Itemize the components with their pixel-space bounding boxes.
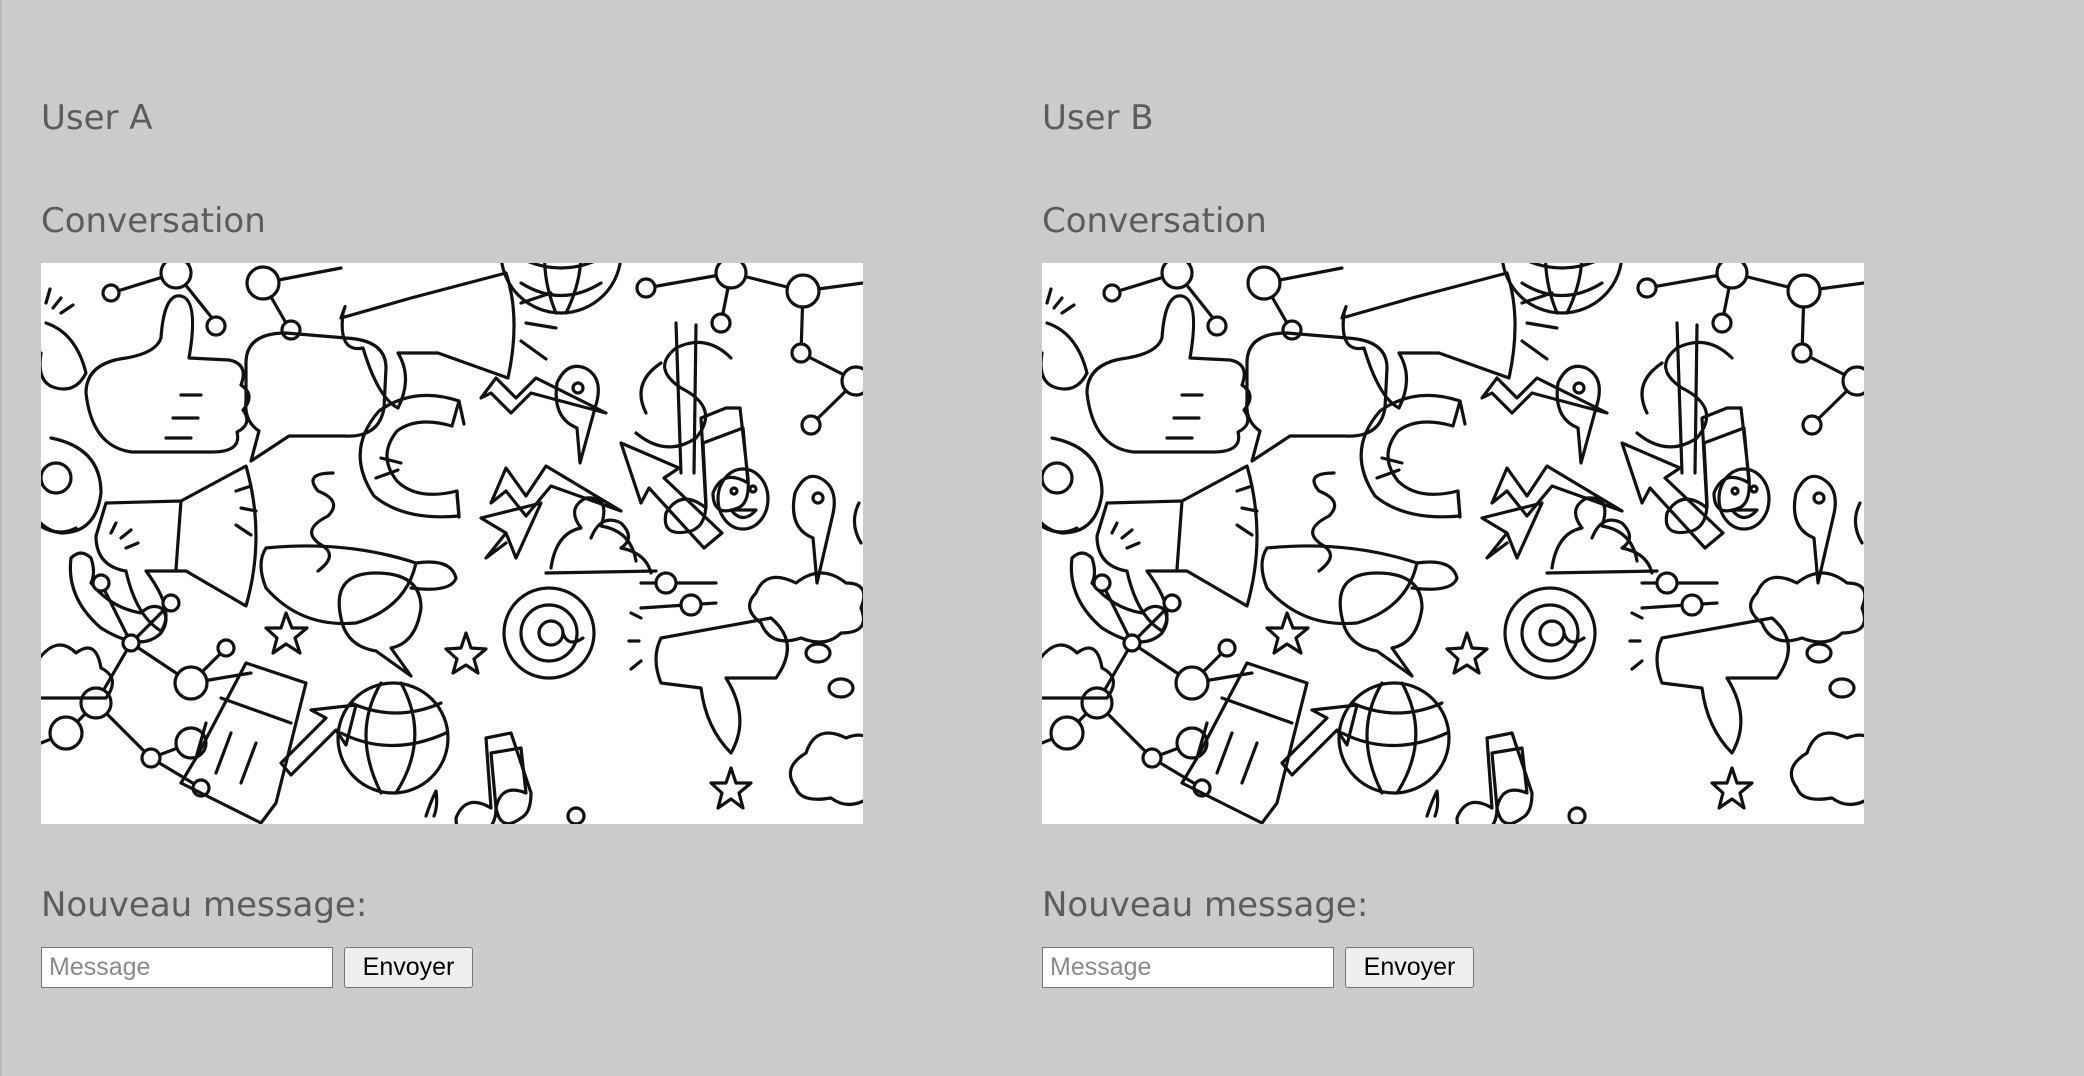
doodle-background-image bbox=[41, 263, 863, 824]
doodle-background-image bbox=[1042, 263, 1864, 824]
user-title: User A bbox=[41, 98, 153, 138]
new-message-label: Nouveau message: bbox=[1042, 885, 1369, 925]
conversation-area[interactable] bbox=[41, 263, 863, 824]
conversation-title: Conversation bbox=[41, 201, 266, 241]
conversation-title: Conversation bbox=[1042, 201, 1267, 241]
send-button[interactable]: Envoyer bbox=[344, 947, 473, 988]
message-input[interactable] bbox=[41, 947, 333, 988]
new-message-label: Nouveau message: bbox=[41, 885, 368, 925]
conversation-area[interactable] bbox=[1042, 263, 1864, 824]
user-title: User B bbox=[1042, 98, 1154, 138]
send-button[interactable]: Envoyer bbox=[1345, 947, 1474, 988]
user-a-panel: User A Conversation Nouveau message: Env… bbox=[41, 0, 941, 1076]
user-b-panel: User B Conversation Nouveau message: Env… bbox=[1042, 0, 1942, 1076]
page-left-border bbox=[0, 0, 2, 1076]
message-input[interactable] bbox=[1042, 947, 1334, 988]
